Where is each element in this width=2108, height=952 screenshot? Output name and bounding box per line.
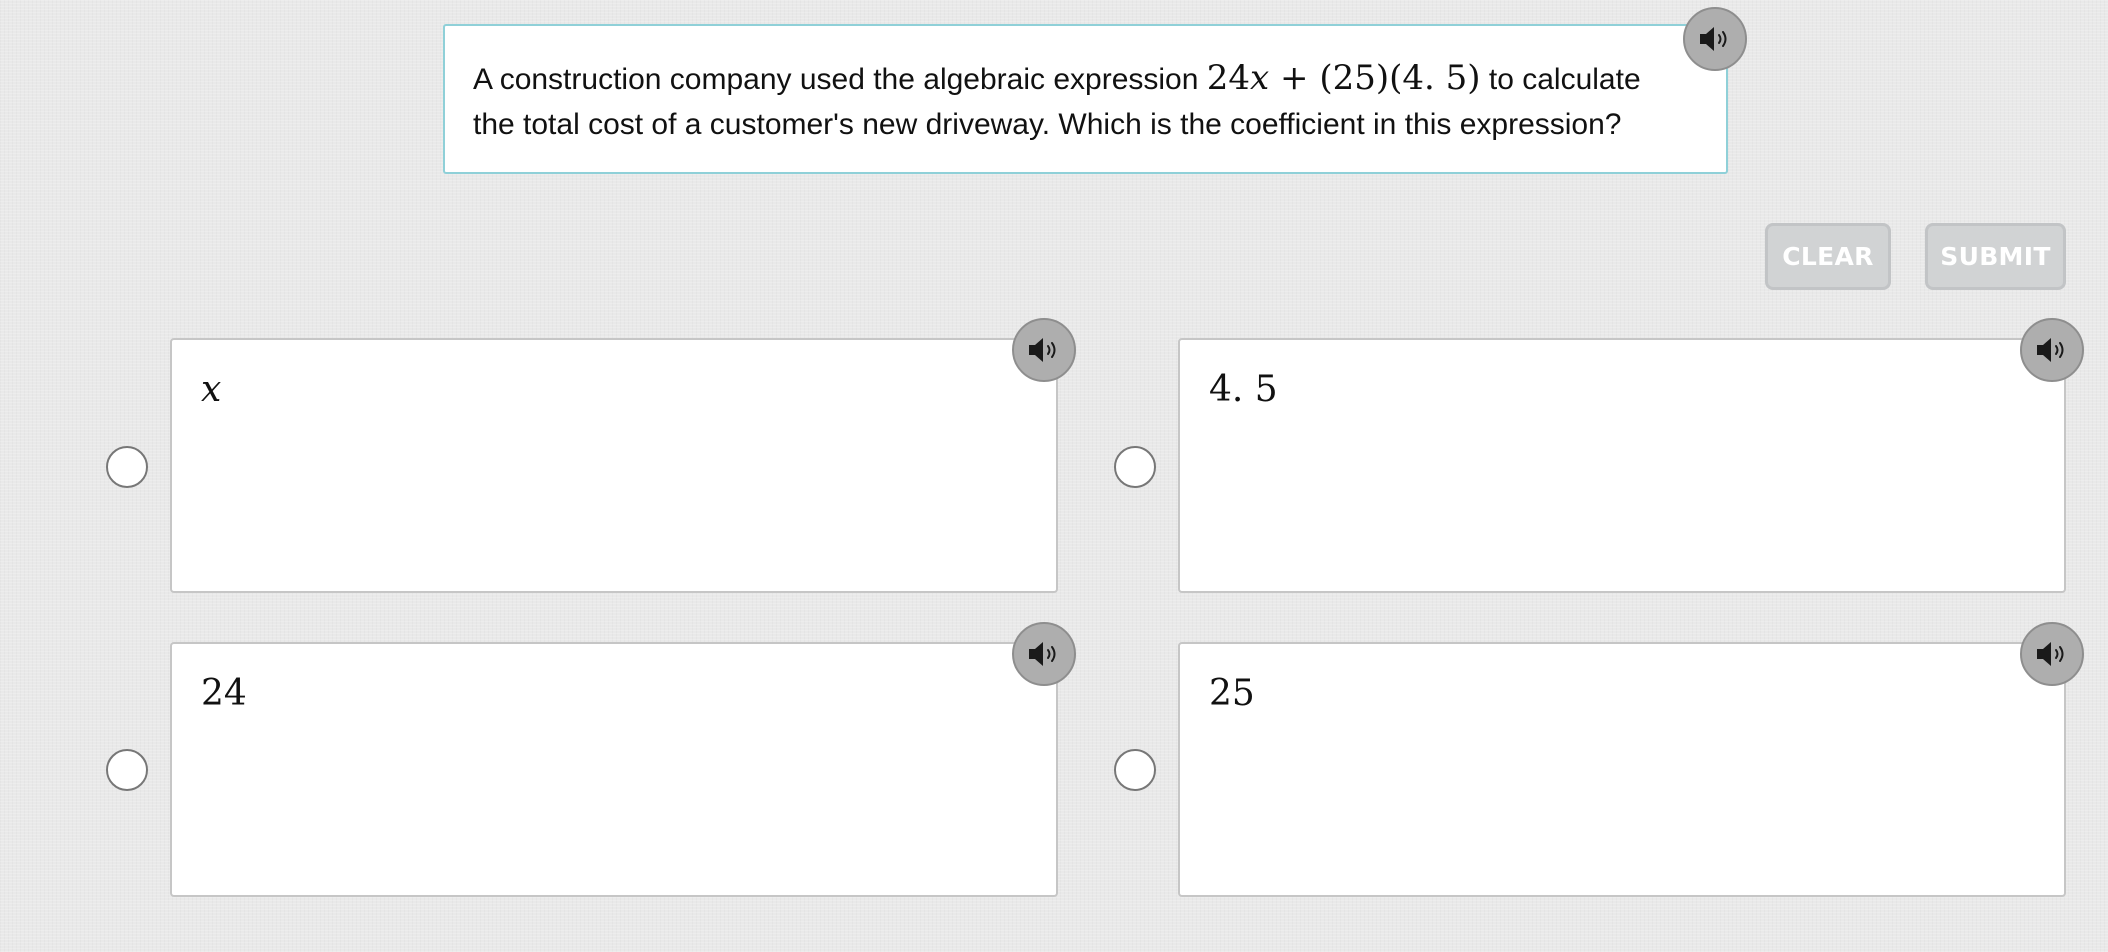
clear-button[interactable]: CLEAR: [1765, 223, 1891, 290]
question-line-2: the total cost of a customer's new drive…: [473, 108, 1622, 141]
answer-value: 25: [1209, 673, 1255, 714]
answer-value: 24: [201, 673, 247, 714]
expression-coefficient: 24: [1206, 58, 1251, 98]
question-line-1: A construction company used the algebrai…: [473, 56, 1700, 102]
question-expression: 24x + (25)(4. 5): [1207, 58, 1481, 98]
question-text-end: to calculate: [1480, 63, 1641, 96]
question-text-start: A construction company used the algebrai…: [473, 63, 1199, 96]
answer-audio-button-c[interactable]: [1012, 622, 1076, 686]
answer-card-a[interactable]: x: [170, 338, 1058, 593]
expression-variable: x: [1250, 58, 1270, 98]
speaker-icon: [1029, 338, 1056, 362]
answer-radio-b[interactable]: [1114, 446, 1156, 488]
answer-card-c[interactable]: 24: [170, 642, 1058, 897]
speaker-icon: [1029, 642, 1056, 666]
answer-card-d[interactable]: 25: [1178, 642, 2066, 897]
answer-radio-c[interactable]: [106, 749, 148, 791]
answer-audio-button-d[interactable]: [2020, 622, 2084, 686]
answer-value: 4. 5: [1209, 369, 1278, 410]
answer-radio-a[interactable]: [106, 446, 148, 488]
question-audio-button[interactable]: [1683, 7, 1747, 71]
speaker-icon: [2037, 642, 2064, 666]
answer-card-b[interactable]: 4. 5: [1178, 338, 2066, 593]
answer-value: x: [201, 369, 222, 410]
speaker-icon: [2037, 338, 2064, 362]
answer-audio-button-a[interactable]: [1012, 318, 1076, 382]
question-prompt: A construction company used the algebrai…: [443, 24, 1728, 174]
speaker-icon: [1700, 27, 1727, 51]
answer-audio-button-b[interactable]: [2020, 318, 2084, 382]
expression-rest: + (25)(4. 5): [1269, 58, 1481, 98]
submit-button[interactable]: SUBMIT: [1925, 223, 2066, 290]
answer-radio-d[interactable]: [1114, 749, 1156, 791]
